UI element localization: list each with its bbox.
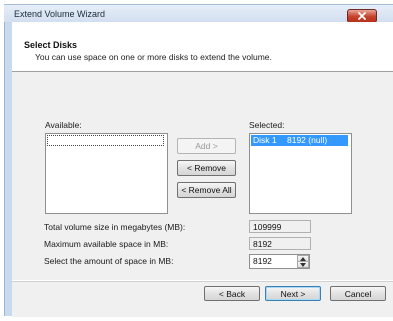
back-button[interactable]: < Back <box>204 286 260 301</box>
remove-all-button[interactable]: < Remove All <box>177 182 236 198</box>
add-button[interactable]: Add > <box>177 138 236 154</box>
spinner-up-icon <box>300 256 306 261</box>
focus-rect <box>47 135 164 146</box>
wizard-header: Select Disks You can use space on one or… <box>12 22 393 72</box>
max-space-value: 8192 <box>249 237 311 250</box>
window-title: Extend Volume Wizard <box>14 9 106 19</box>
selected-item-size: 8192 (null) <box>287 135 328 145</box>
amount-value: 8192 <box>253 256 272 266</box>
title-bar[interactable]: Extend Volume Wizard <box>4 4 393 23</box>
close-button[interactable] <box>347 9 377 23</box>
close-icon <box>358 12 366 20</box>
amount-spinner[interactable] <box>297 255 309 268</box>
cancel-button[interactable]: Cancel <box>330 286 386 301</box>
spinner-down-icon <box>300 262 306 267</box>
amount-label: Select the amount of space in MB: <box>44 256 174 266</box>
page-description: You can use space on one or more disks t… <box>35 52 272 62</box>
selected-item[interactable]: Disk 1 8192 (null) <box>251 135 348 146</box>
page-title: Select Disks <box>24 40 78 50</box>
spinner-up-button[interactable] <box>297 255 309 262</box>
window-frame-left <box>4 22 12 316</box>
wizard-footer: < Back Next > Cancel <box>12 281 393 317</box>
max-space-label: Maximum available space in MB: <box>44 239 169 249</box>
selected-label: Selected: <box>249 120 285 130</box>
selected-listbox[interactable]: Disk 1 8192 (null) <box>249 133 352 214</box>
selected-item-disk: Disk 1 <box>253 135 277 145</box>
remove-button[interactable]: < Remove <box>177 160 236 176</box>
next-button[interactable]: Next > <box>265 286 321 301</box>
spinner-down-button[interactable] <box>297 262 309 268</box>
total-size-value: 109999 <box>249 220 311 233</box>
total-size-label: Total volume size in megabytes (MB): <box>44 222 186 232</box>
available-listbox[interactable] <box>45 133 168 214</box>
available-label: Available: <box>45 120 82 130</box>
wizard-content: Available: Add > < Remove < Remove All S… <box>12 72 393 280</box>
